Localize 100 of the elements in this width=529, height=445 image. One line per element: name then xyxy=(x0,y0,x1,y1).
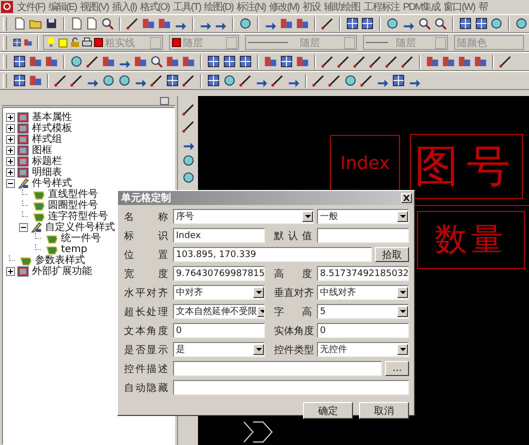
dropdown[interactable]: 无控件 xyxy=(317,342,409,357)
circle-icon[interactable] xyxy=(180,170,196,185)
expand-toggle[interactable] xyxy=(6,146,15,155)
menu-item[interactable]: 帮 xyxy=(476,0,489,14)
tree-item[interactable]: 自定义件号样式 xyxy=(45,222,115,233)
dropdown[interactable]: 是 xyxy=(173,342,265,357)
squares-icon[interactable] xyxy=(181,54,196,69)
text-field[interactable] xyxy=(173,380,409,395)
squares-icon[interactable] xyxy=(279,16,294,31)
tree-item[interactable]: 图框 xyxy=(32,145,52,156)
line-icon[interactable] xyxy=(311,73,326,88)
grid-icon[interactable] xyxy=(238,54,253,69)
tree-item[interactable]: 样式组 xyxy=(32,134,62,145)
line-icon[interactable] xyxy=(336,54,351,69)
dropdown[interactable]: 5 xyxy=(317,304,409,319)
grid-icon[interactable] xyxy=(474,16,488,31)
grid-icon[interactable] xyxy=(206,54,221,69)
line-icon[interactable] xyxy=(359,73,374,88)
menu-item[interactable]: 标注(N) xyxy=(234,0,267,14)
squares-icon[interactable] xyxy=(263,54,278,69)
circle-icon[interactable] xyxy=(101,73,116,88)
squares-icon[interactable] xyxy=(156,16,172,31)
line-icon[interactable] xyxy=(181,73,196,88)
expand-toggle[interactable] xyxy=(6,135,15,144)
collapse-toggle[interactable] xyxy=(19,223,28,232)
text-field[interactable]: 9.76430769987815 xyxy=(173,266,265,281)
tree-item[interactable]: 明细表 xyxy=(32,167,62,178)
collapse-toggle[interactable] xyxy=(6,179,15,188)
expand-toggle[interactable] xyxy=(6,168,15,177)
circle-icon[interactable] xyxy=(514,16,529,31)
grid-icon[interactable] xyxy=(279,54,294,69)
line-icon[interactable] xyxy=(270,73,285,88)
tree-item[interactable]: 基本属性 xyxy=(32,112,72,123)
dropdown[interactable]: 一般 xyxy=(317,209,409,224)
dropdown[interactable]: 序号 xyxy=(173,209,314,224)
tree-item[interactable]: 统一件号 xyxy=(61,233,101,244)
tree-item[interactable]: 标题栏 xyxy=(32,156,62,167)
dropdown[interactable]: 中对齐 xyxy=(173,285,265,300)
menu-item[interactable]: 视图(V) xyxy=(78,0,110,14)
search-icon[interactable] xyxy=(100,16,116,31)
tree-item[interactable]: 外部扩展功能 xyxy=(32,266,92,277)
text-field[interactable]: 0 xyxy=(317,323,409,338)
squares-icon[interactable] xyxy=(165,54,180,69)
squares-icon[interactable] xyxy=(28,54,43,69)
menu-item[interactable]: 工程标注 xyxy=(361,0,401,14)
search-icon[interactable] xyxy=(417,16,432,31)
grid-icon[interactable] xyxy=(206,73,221,88)
grid-icon[interactable] xyxy=(458,16,473,31)
line-icon[interactable] xyxy=(400,54,415,69)
menu-item[interactable]: 窗口(W) xyxy=(442,0,476,14)
menu-item[interactable]: 辅助绘图 xyxy=(322,0,362,14)
squares-icon[interactable] xyxy=(457,54,472,69)
squares-icon[interactable] xyxy=(473,54,488,69)
button[interactable]: 拾取 xyxy=(375,247,409,262)
squares-icon[interactable] xyxy=(295,54,310,69)
line-icon[interactable] xyxy=(352,54,367,69)
menu-item[interactable]: 初设 xyxy=(300,0,322,14)
line-icon[interactable] xyxy=(180,102,196,117)
tree-item[interactable]: 直线型件号 xyxy=(48,189,98,200)
menu-item[interactable]: 插入(I) xyxy=(110,0,138,14)
squares-icon[interactable] xyxy=(294,16,310,31)
circle-icon[interactable] xyxy=(69,54,84,69)
search-icon[interactable] xyxy=(149,54,164,69)
search-icon[interactable] xyxy=(432,16,448,31)
menu-item[interactable]: 格式(O) xyxy=(138,0,171,14)
menu-item[interactable]: 工具(T) xyxy=(170,0,202,14)
grid-icon[interactable] xyxy=(165,73,180,88)
squares-icon[interactable] xyxy=(133,54,148,69)
squares-icon[interactable] xyxy=(441,54,456,69)
line-icon[interactable] xyxy=(125,16,140,31)
tree-item[interactable]: 参数表样式 xyxy=(35,255,85,266)
line-icon[interactable] xyxy=(69,73,84,88)
tree-item[interactable]: temp xyxy=(61,244,88,255)
grid-icon[interactable] xyxy=(12,73,27,88)
tree-item[interactable]: 样式模板 xyxy=(32,123,72,134)
text-field[interactable] xyxy=(173,361,382,376)
expand-toggle[interactable] xyxy=(6,124,15,133)
squares-icon[interactable] xyxy=(44,54,59,69)
line-icon[interactable] xyxy=(384,54,399,69)
menu-item[interactable]: PDM集成 xyxy=(400,0,442,14)
line-icon[interactable] xyxy=(53,73,68,88)
squares-icon[interactable] xyxy=(425,54,440,69)
tree-item[interactable]: 件号样式 xyxy=(32,178,72,189)
circle-icon[interactable] xyxy=(117,73,132,88)
text-field[interactable]: Index xyxy=(173,228,265,243)
menu-item[interactable]: 文件(F) xyxy=(15,0,46,14)
grid-icon[interactable] xyxy=(12,54,27,69)
line-icon[interactable] xyxy=(85,54,100,69)
circle-icon[interactable] xyxy=(222,73,237,88)
dialog-button[interactable]: 确定 xyxy=(303,402,353,419)
expand-toggle[interactable] xyxy=(6,157,15,166)
expand-toggle[interactable] xyxy=(6,267,15,276)
grid-icon[interactable] xyxy=(391,73,406,88)
circle-icon[interactable] xyxy=(180,153,196,168)
circle-icon[interactable] xyxy=(343,73,358,88)
line-icon[interactable] xyxy=(238,73,253,88)
menu-item[interactable]: 绘图(D) xyxy=(202,0,235,14)
line-icon[interactable] xyxy=(320,16,335,31)
button[interactable]: ... xyxy=(385,361,409,376)
dialog-button[interactable]: 取消 xyxy=(359,402,409,419)
